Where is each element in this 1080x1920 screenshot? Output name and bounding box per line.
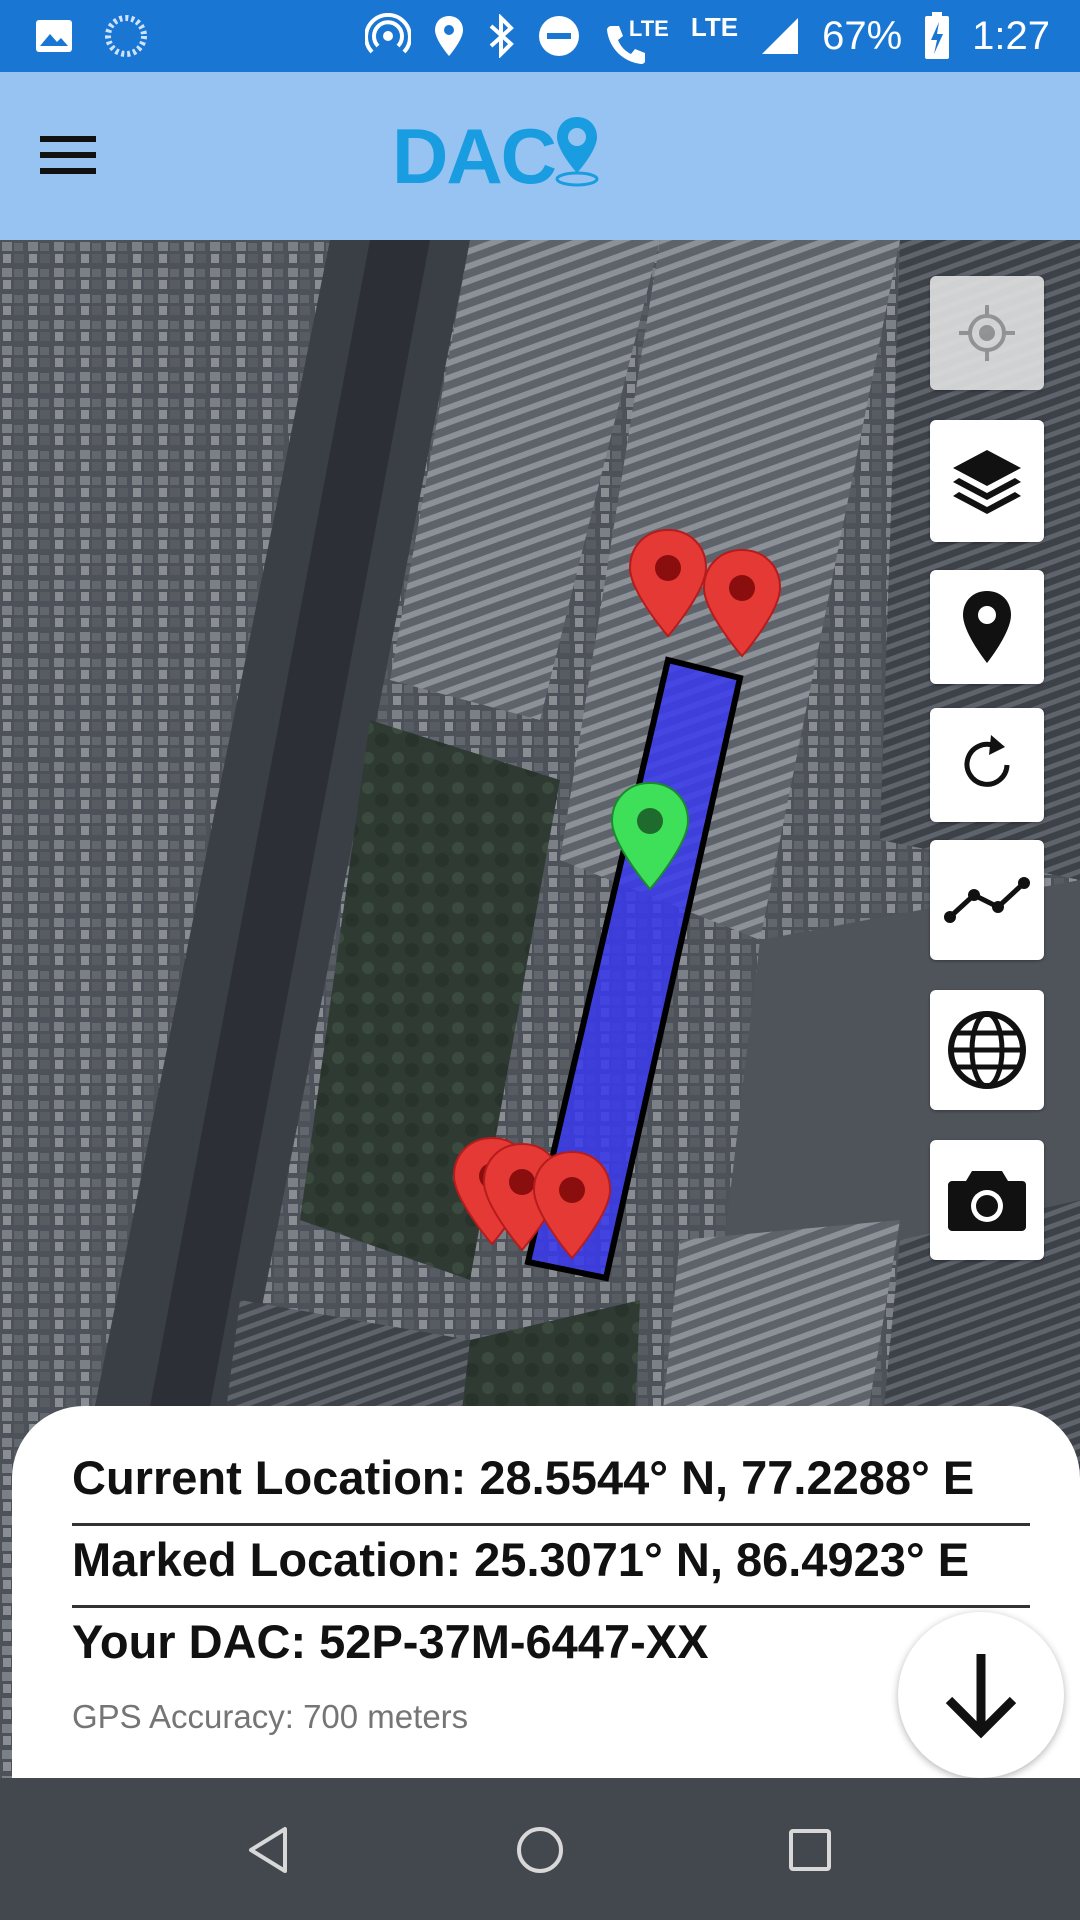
globe-button[interactable] [930, 990, 1044, 1110]
clock: 1:27 [972, 13, 1050, 58]
battery-charging-icon [925, 12, 950, 59]
layers-button[interactable] [930, 420, 1044, 542]
refresh-button[interactable] [930, 708, 1044, 822]
dac-code-text: Your DAC: 52P-37M-6447-XX [72, 1615, 709, 1668]
app-logo: DAC [392, 108, 603, 204]
my-location-button[interactable] [930, 276, 1044, 390]
refresh-icon [964, 735, 1010, 787]
hamburger-icon [40, 136, 96, 142]
status-bar: LTE LTE 67% 1:27 [0, 0, 1080, 72]
recents-button[interactable] [770, 1810, 850, 1890]
camera-icon [948, 1171, 1026, 1231]
do-not-disturb-icon [538, 16, 579, 56]
navigation-bar [0, 1778, 1080, 1920]
collapse-panel-button[interactable] [898, 1612, 1064, 1778]
hotspot-icon [364, 13, 411, 54]
home-icon [517, 1827, 563, 1873]
back-icon [249, 1827, 287, 1873]
camera-button[interactable] [930, 1140, 1044, 1260]
lte-label-1: LTE [628, 16, 669, 41]
battery-percent: 67% [822, 13, 903, 58]
hamburger-menu-button[interactable] [40, 122, 116, 188]
layers-icon [953, 450, 1021, 514]
place-marker-icon [963, 591, 1011, 663]
wifi-calling-icon: LTE [603, 12, 669, 64]
logo-text: DAC [392, 111, 557, 200]
my-location-icon [959, 305, 1015, 361]
arrow-down-icon [945, 1654, 1017, 1739]
globe-icon [948, 1011, 1026, 1089]
marked-location-text: Marked Location: 25.3071° N, 86.4923° E [72, 1532, 1030, 1608]
gps-accuracy-text: GPS Accuracy: 700 meters [72, 1698, 469, 1735]
hamburger-line [40, 168, 96, 174]
polyline-button[interactable] [930, 840, 1044, 960]
polyline-icon [944, 877, 1030, 923]
location-icon [434, 16, 463, 56]
image-icon [36, 20, 72, 52]
lte-label-2: LTE [690, 11, 739, 42]
app-bar: DAC [0, 72, 1080, 240]
hamburger-line [40, 152, 96, 158]
logo-pin-icon [555, 117, 599, 187]
back-button[interactable] [230, 1810, 310, 1890]
home-button[interactable] [500, 1810, 580, 1890]
bluetooth-icon [489, 14, 514, 58]
signal-icon [762, 18, 799, 54]
recents-icon [789, 1829, 831, 1871]
sync-icon [105, 15, 147, 57]
place-marker-button[interactable] [930, 570, 1044, 684]
current-location-text: Current Location: 28.5544° N, 77.2288° E [72, 1450, 1030, 1526]
